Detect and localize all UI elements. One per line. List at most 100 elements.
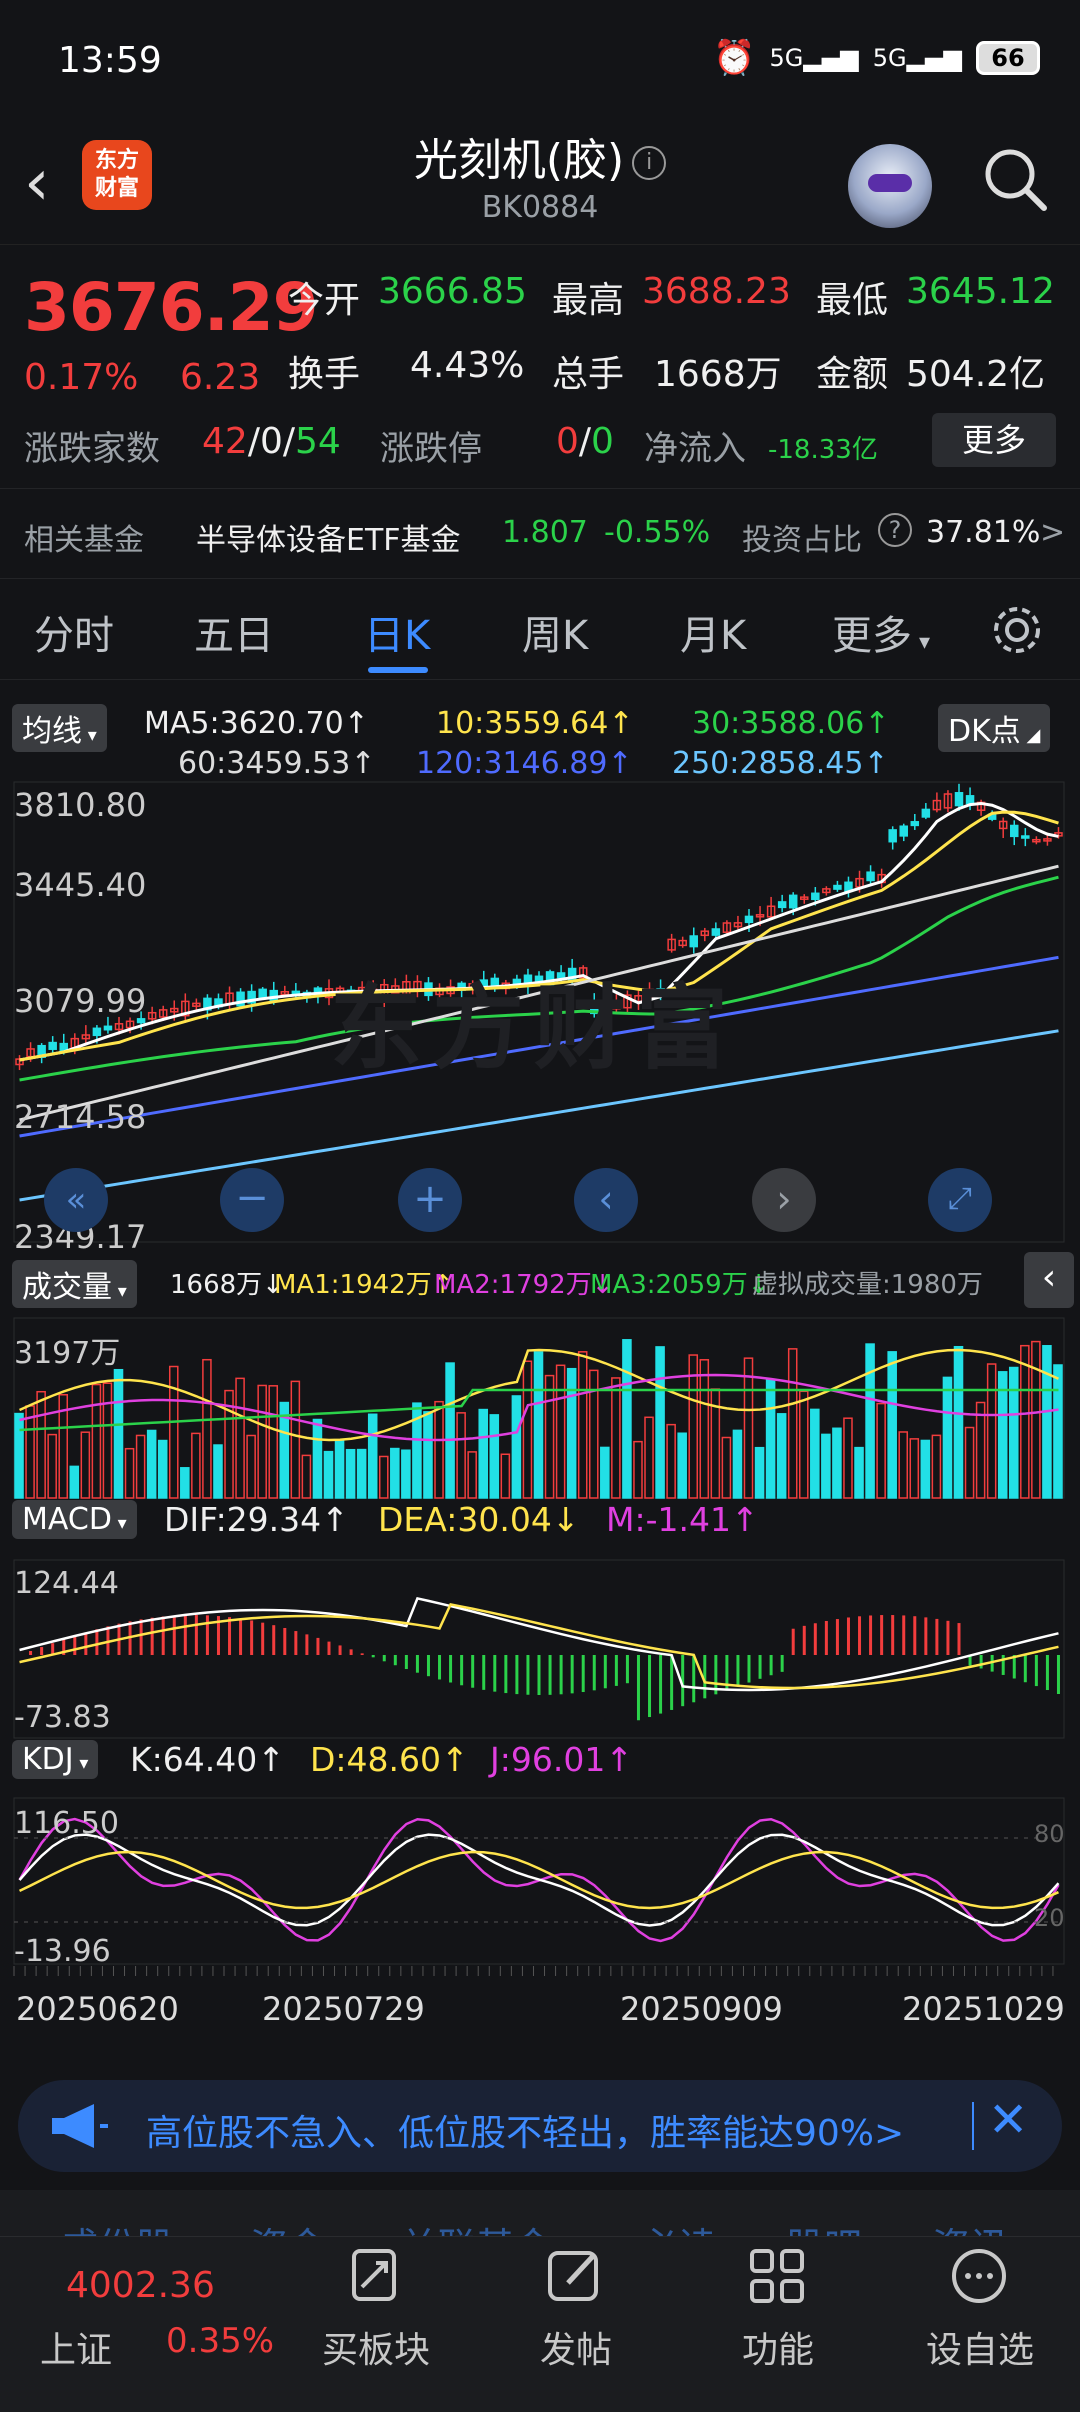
buy-board-icon[interactable] [340,2241,410,2311]
signal-icon-1: 5G▂▄▆ [769,44,859,72]
more-button[interactable]: 更多 [932,413,1056,467]
candle-body [1010,824,1019,838]
volume-bar [986,1363,997,1499]
volume-bar [14,1412,24,1499]
volume-bar [611,1377,621,1499]
ma60-value: 60:3459.53↑ [178,746,376,781]
fund-pct: -0.55% [604,515,711,550]
kdj-j: J:96.01↑ [490,1740,633,1779]
ma-selector[interactable]: 均线 ▾ [12,704,107,752]
add-watchlist-icon[interactable] [944,2241,1014,2311]
functions-label[interactable]: 功能 [698,2321,858,2373]
candle-body [888,829,897,843]
volume-bar [1020,1344,1030,1499]
index-pct[interactable]: 0.35% [166,2321,274,2361]
kdj-selector[interactable]: KDJ ▾ [12,1740,99,1779]
buy-board-label[interactable]: 买板块 [296,2321,456,2373]
volume-bar [776,1413,787,1499]
chart-canvas [13,781,1065,1976]
search-icon[interactable] [980,144,1052,216]
breadth-values: 42/0/54 [202,421,341,462]
volume-bar [367,1413,378,1499]
fullscreen-icon[interactable]: ⤢ [928,1168,992,1232]
volume-bar [478,1408,489,1499]
candle-body [899,825,908,837]
robot-assistant-icon[interactable] [848,144,932,228]
scroll-left-button[interactable]: ‹ [574,1168,638,1232]
netflow-value: -18.33亿 [768,435,878,465]
zoom-in-button[interactable]: + [398,1168,462,1232]
index-name[interactable]: 上证 [40,2321,112,2373]
volume-bar [69,1465,80,1499]
date-label: 20250620 [16,1990,179,2028]
volume-bar [887,1351,897,1499]
collapse-panel-button[interactable]: ‹ [1024,1252,1074,1308]
scroll-left-fast-button[interactable]: « [44,1168,108,1232]
volume-bar [91,1383,102,1499]
add-watchlist-label[interactable]: 设自选 [900,2321,1060,2373]
tab-intraday[interactable]: 分时 [34,603,114,661]
tab-5day[interactable]: 五日 [194,603,274,661]
volume-bar [533,1351,544,1499]
volume-bar [235,1377,245,1499]
macd-dif: DIF:29.34↑ [164,1500,349,1539]
volume-bar [500,1453,511,1499]
post-label[interactable]: 发帖 [496,2321,656,2373]
ma120-value: 120:3146.89↑ [416,746,633,781]
tab-monthly-k[interactable]: 月K [680,603,746,661]
volume-bar [721,1436,732,1499]
volume-bar [577,1351,588,1499]
volume-bar [975,1401,986,1499]
macd-m: M:-1.41↑ [606,1500,759,1539]
scroll-right-button[interactable]: › [752,1168,816,1232]
volume-bar [666,1423,676,1499]
volume-bar [246,1434,256,1499]
related-fund-row[interactable]: 相关基金 半导体设备ETF基金 1.807 -0.55% 投资占比 ? 37.8… [0,488,1080,568]
dk-point-button[interactable]: DK点 ◢ [938,704,1051,752]
fund-price: 1.807 [502,515,588,550]
date-label: 20250909 [620,1990,783,2028]
candle-body [965,795,975,805]
tab-daily-k[interactable]: 日K [364,603,430,661]
status-bar: 13:59 ⏰ 5G▂▄▆ 5G▂▄▆ 66 [0,0,1080,124]
volume-selector[interactable]: 成交量 ▾ [12,1260,137,1308]
volume-bar [743,1357,754,1499]
candle-body [711,928,721,936]
tab-more[interactable]: 更多 ▾ [832,603,930,661]
post-icon[interactable] [540,2241,610,2311]
volume-bar [1008,1366,1019,1499]
kdj-d: D:48.60↑ [310,1740,469,1779]
index-value[interactable]: 4002.36 [66,2265,215,2306]
zoom-out-button[interactable]: − [220,1168,284,1232]
candle-body [689,935,698,948]
date-label: 20251029 [902,1990,1065,2028]
battery-icon: 66 [976,41,1040,75]
kline-chart-area[interactable]: 均线 ▾ MA5:3620.70↑ 10:3559.64↑ 30:3588.06… [0,690,1080,2064]
last-price: 3676.29 [24,269,319,346]
tab-weekly-k[interactable]: 周K [522,603,588,661]
help-icon[interactable]: ? [878,513,912,547]
volume-bar [345,1448,356,1499]
volume-bar [202,1358,212,1499]
volume-bar [301,1454,312,1499]
volume-bar [157,1439,168,1499]
volume-bar [633,1440,643,1499]
candle-body [910,821,920,827]
volume-bar [423,1411,433,1499]
promo-banner[interactable]: 高位股不急入、低位股不轻出，胜率能达90%> ✕ [18,2080,1062,2172]
functions-grid-icon[interactable] [742,2241,812,2311]
limit-label: 涨跌停 [380,429,482,469]
volume-bar [290,1380,301,1499]
volume-bar [36,1390,46,1499]
banner-divider [972,2102,974,2150]
candle-body [811,892,820,901]
amount-value: 504.2亿 [906,354,1046,395]
macd-selector[interactable]: MACD ▾ [12,1500,137,1539]
volume-bar [798,1390,809,1499]
close-icon[interactable]: ✕ [988,2092,1028,2148]
change-value: 6.23 [180,357,261,398]
info-icon[interactable]: i [632,146,667,180]
settings-gear-icon[interactable] [988,601,1046,659]
volume-bar [787,1348,798,1499]
volume-bar [655,1346,665,1499]
